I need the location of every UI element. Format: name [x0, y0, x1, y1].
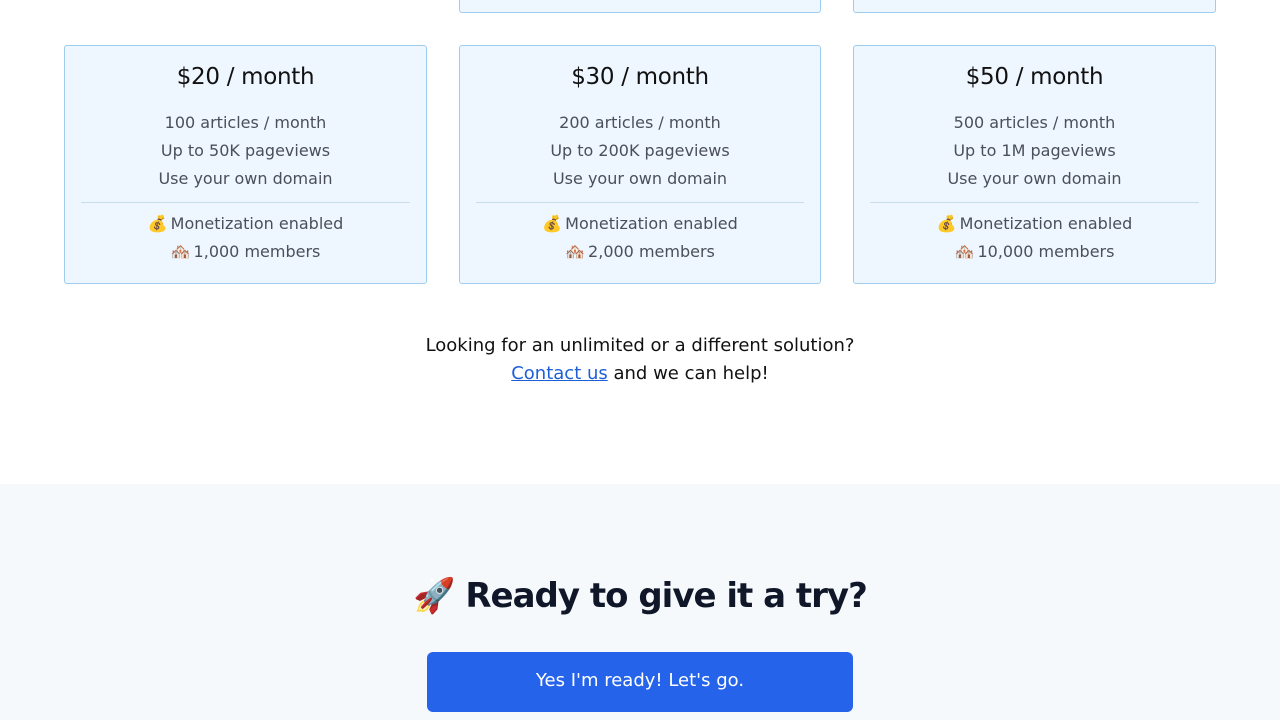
cta-section: 🚀 Ready to give it a try? Yes I'm ready!…: [0, 484, 1280, 720]
plan-pageviews: Up to 200K pageviews: [550, 141, 730, 160]
plan-monetization-label: Monetization enabled: [959, 214, 1133, 233]
contact-section: Looking for an unlimited or a different …: [0, 332, 1280, 388]
plan-price: $20 / month: [176, 64, 315, 90]
plan-domain: Use your own domain: [552, 169, 728, 188]
cta-heading-text: Ready to give it a try?: [465, 576, 867, 616]
contact-us-link[interactable]: Contact us: [511, 363, 608, 384]
plan-pageviews: Up to 1M pageviews: [953, 141, 1116, 160]
pricing-card-50: $50 / month 500 articles / month Up to 1…: [853, 45, 1216, 284]
pricing-card-20: $20 / month 100 articles / month Up to 5…: [64, 45, 427, 284]
plan-members-label: 10,000 members: [977, 242, 1115, 261]
houses-icon: 🏘️: [170, 242, 191, 261]
pricing-card-partial-middle: [459, 0, 821, 13]
plan-price: $30 / month: [571, 64, 709, 90]
contact-help-text: and we can help!: [607, 363, 769, 384]
plan-monetization-label: Monetization enabled: [170, 214, 344, 233]
card-divider: [81, 202, 410, 203]
plan-members: 🏘️ 1,000 members: [65, 242, 426, 261]
card-divider: [870, 202, 1199, 203]
pricing-card-partial-right: [853, 0, 1216, 13]
plan-members-label: 1,000 members: [193, 242, 321, 261]
pricing-card-30: $30 / month 200 articles / month Up to 2…: [459, 45, 821, 284]
money-bag-icon: 💰: [542, 214, 563, 233]
get-started-button[interactable]: Yes I'm ready! Let's go.: [427, 652, 853, 712]
plan-members-label: 2,000 members: [588, 242, 715, 261]
plan-monetization: 💰 Monetization enabled: [460, 214, 820, 233]
plan-monetization: 💰 Monetization enabled: [854, 214, 1215, 233]
houses-icon: 🏘️: [954, 242, 975, 261]
plan-monetization: 💰 Monetization enabled: [65, 214, 426, 233]
plan-articles: 500 articles / month: [953, 113, 1116, 132]
plan-domain: Use your own domain: [947, 169, 1122, 188]
plan-domain: Use your own domain: [158, 169, 333, 188]
cta-heading: 🚀 Ready to give it a try?: [0, 576, 1280, 616]
plan-articles: 200 articles / month: [559, 113, 721, 132]
plan-articles: 100 articles / month: [164, 113, 327, 132]
rocket-icon: 🚀: [413, 576, 455, 616]
money-bag-icon: 💰: [936, 214, 957, 233]
card-divider: [476, 202, 804, 203]
plan-pageviews: Up to 50K pageviews: [160, 141, 331, 160]
contact-line: Contact us and we can help!: [0, 360, 1280, 388]
money-bag-icon: 💰: [147, 214, 168, 233]
contact-question: Looking for an unlimited or a different …: [425, 335, 855, 356]
plan-monetization-label: Monetization enabled: [565, 214, 738, 233]
plan-members: 🏘️ 2,000 members: [460, 242, 820, 261]
plan-price: $50 / month: [965, 64, 1104, 90]
houses-icon: 🏘️: [565, 242, 586, 261]
plan-members: 🏘️ 10,000 members: [854, 242, 1215, 261]
